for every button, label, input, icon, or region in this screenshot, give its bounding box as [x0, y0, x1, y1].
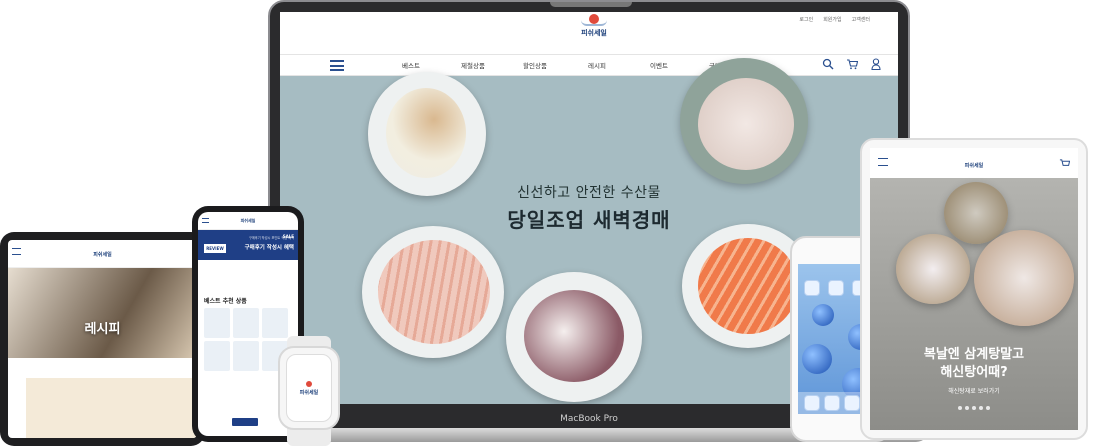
logo-wave-icon — [581, 20, 607, 26]
carousel-dot[interactable] — [965, 406, 969, 410]
signup-link[interactable]: 회원가입 — [823, 16, 841, 23]
recipe-banner-label: 레시피 — [84, 322, 121, 337]
product-thumb[interactable] — [262, 308, 288, 338]
section-title: 베스트 추천 상품 — [204, 298, 247, 305]
carousel-dots — [870, 406, 1078, 410]
logo-text: 피쉬세일 — [581, 29, 607, 37]
watch-logo: 피쉬세일 — [299, 380, 319, 396]
cart-icon[interactable] — [1059, 158, 1070, 169]
wallpaper-sphere — [812, 304, 834, 326]
basket-squid — [896, 234, 970, 304]
user-icon[interactable] — [870, 58, 882, 70]
watch-body: 피쉬세일 — [278, 346, 340, 430]
tablet-right-sub[interactable]: 해신탕재료 보러가기 — [870, 386, 1078, 395]
tablet-left-screen: 피쉬세일 레시피 — [8, 240, 197, 438]
logo-text: 피쉬세일 — [240, 218, 256, 223]
weather-app-icon[interactable] — [828, 280, 844, 296]
basket-shrimp — [974, 230, 1074, 326]
calendar-app-icon[interactable] — [804, 280, 820, 296]
logo-text: 피쉬세일 — [964, 163, 984, 169]
messages-app-icon[interactable] — [824, 395, 840, 411]
tablet-left: 피쉬세일 레시피 — [0, 232, 205, 446]
nav-item-recipe[interactable]: 레시피 — [566, 60, 628, 70]
recipe-card-image[interactable] — [26, 378, 196, 438]
cart-icon[interactable] — [846, 58, 858, 70]
search-icon[interactable] — [822, 58, 834, 70]
hero-line1: 신선하고 안전한 수산물 — [517, 185, 661, 201]
basket-shellfish — [944, 182, 1008, 244]
hero-line2: 당일조업 새벽경매 — [507, 208, 671, 232]
product-thumb[interactable] — [233, 308, 259, 338]
smartwatch: 피쉬세일 — [278, 336, 340, 446]
phone-header: 피쉬세일 — [198, 212, 298, 230]
site-logo[interactable]: 피쉬세일 — [574, 14, 614, 50]
login-link[interactable]: 로그인 — [799, 16, 813, 23]
nav-item-sale[interactable]: 할인상품 — [504, 60, 566, 70]
wallpaper-sphere — [802, 344, 832, 374]
hamburger-menu-icon[interactable] — [330, 60, 344, 71]
utility-links: 로그인 회원가입 고객센터 — [799, 16, 870, 23]
food-pink-fish — [378, 240, 490, 344]
tablet-right-screen: 피쉬세일 복날엔 삼계탕말고 해신탕어때? 해신탕재료 보러가기 — [870, 148, 1078, 430]
headline-line1: 복날엔 삼계탕말고 — [923, 347, 1025, 362]
tablet-left-header: 피쉬세일 — [8, 240, 197, 268]
nav-item-best[interactable]: 베스트 — [380, 60, 442, 70]
carousel-dot[interactable] — [972, 406, 976, 410]
tablet-right: 피쉬세일 복날엔 삼계탕말고 해신탕어때? 해신탕재료 보러가기 — [860, 138, 1088, 440]
product-thumb[interactable] — [204, 341, 230, 371]
carousel-dot[interactable] — [979, 406, 983, 410]
food-salmon — [698, 238, 798, 334]
tablet-right-headline: 복날엔 삼계탕말고 해신탕어때? — [870, 346, 1078, 382]
carousel-dot[interactable] — [958, 406, 962, 410]
review-banner-text: 구매후기 작성시 혜택 — [244, 245, 294, 251]
nav-item-event[interactable]: 이벤트 — [628, 60, 690, 70]
product-thumb[interactable] — [233, 341, 259, 371]
logo-sun-icon — [306, 380, 312, 387]
more-button[interactable] — [232, 418, 258, 426]
logo-text: 피쉬세일 — [93, 252, 112, 258]
phone-app-icon[interactable] — [804, 395, 820, 411]
recipe-banner[interactable]: 레시피 — [8, 268, 197, 358]
tablet-right-header: 피쉬세일 — [870, 148, 1078, 178]
headline-line2: 해신탕어때? — [940, 365, 1008, 380]
sale-badge: SALE — [282, 234, 294, 239]
nav-icons — [822, 58, 882, 70]
nav-menu: 베스트 제철상품 할인상품 레시피 이벤트 구매후기 — [380, 60, 752, 70]
watch-logo-text: 피쉬세일 — [299, 389, 319, 396]
food-octopus — [524, 290, 624, 382]
food-flatfish — [698, 78, 794, 170]
watch-face[interactable]: 피쉬세일 — [286, 354, 332, 422]
device-mockup-showcase: 로그인 회원가입 고객센터 피쉬세일 베스트 제철상품 할인상품 레시피 이벤트… — [0, 0, 1098, 446]
main-nav: 베스트 제철상품 할인상품 레시피 이벤트 구매후기 — [280, 54, 898, 76]
food-shrimp — [386, 88, 466, 178]
carousel-dot[interactable] — [986, 406, 990, 410]
camera-notch — [550, 2, 632, 7]
nav-item-seasonal[interactable]: 제철상품 — [442, 60, 504, 70]
support-link[interactable]: 고객센터 — [852, 16, 870, 23]
tablet-right-hero[interactable]: 복날엔 삼계탕말고 해신탕어때? 해신탕재료 보러가기 — [870, 178, 1078, 430]
product-thumb[interactable] — [204, 308, 230, 338]
review-badge: REVIEW — [204, 244, 226, 253]
camera-app-icon[interactable] — [844, 395, 860, 411]
